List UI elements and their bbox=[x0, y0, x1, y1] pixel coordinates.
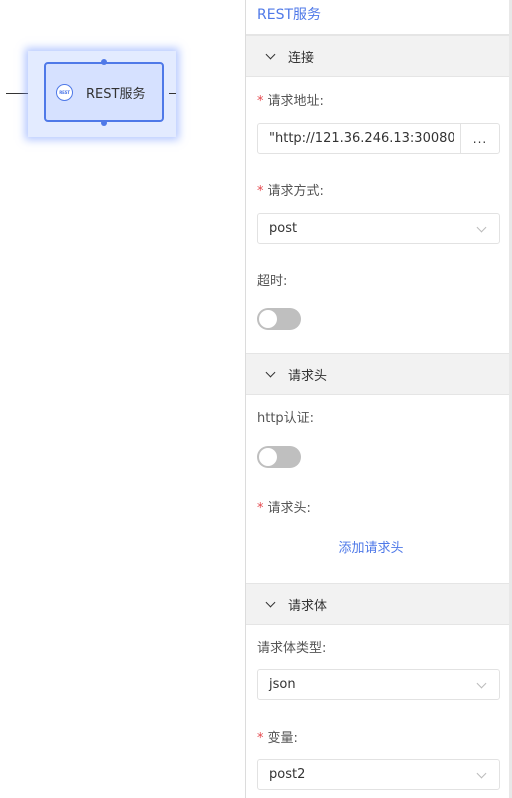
section-title-body: 请求体 bbox=[288, 598, 328, 614]
rest-service-icon: REST bbox=[56, 83, 73, 101]
chevron-down-icon bbox=[476, 222, 487, 233]
node-label: REST服务 bbox=[86, 86, 146, 102]
timeout-toggle[interactable] bbox=[257, 308, 301, 330]
url-more-button[interactable]: ... bbox=[460, 124, 499, 153]
method-label: * 请求方式: bbox=[257, 184, 324, 199]
timeout-label: 超时: bbox=[257, 274, 288, 289]
outgoing-edge bbox=[169, 93, 176, 94]
url-label: * 请求地址: bbox=[257, 94, 324, 109]
http-auth-label: http认证: bbox=[257, 411, 315, 426]
variable-select[interactable]: post2 bbox=[257, 759, 500, 790]
method-select[interactable]: post bbox=[257, 213, 500, 244]
required-marker: * bbox=[257, 731, 264, 746]
headers-label: * 请求头: bbox=[257, 501, 311, 516]
chevron-down-icon bbox=[476, 768, 487, 779]
chevron-down-icon bbox=[476, 678, 487, 689]
url-field[interactable]: "http://121.36.246.13:30080/5 ... bbox=[257, 123, 500, 154]
node-port-bottom[interactable] bbox=[101, 120, 107, 126]
variable-value: post2 bbox=[269, 767, 306, 782]
method-value: post bbox=[269, 221, 298, 236]
section-header-body[interactable]: 请求体 bbox=[246, 583, 512, 625]
section-header-headers[interactable]: 请求头 bbox=[246, 353, 512, 395]
properties-panel: REST服务 连接 * 请求地址: "http://121.36.246.13:3… bbox=[245, 0, 512, 798]
chevron-down-icon bbox=[263, 597, 281, 607]
section-header-connection[interactable]: 连接 bbox=[246, 35, 512, 77]
body-type-select[interactable]: json bbox=[257, 669, 500, 700]
rest-service-node[interactable]: REST REST服务 bbox=[44, 62, 164, 122]
section-body-body: 请求体类型: json * 变量: post2 bbox=[246, 625, 512, 798]
chevron-down-icon bbox=[263, 49, 281, 59]
required-marker: * bbox=[257, 94, 264, 109]
node-selection-highlight: REST REST服务 bbox=[28, 51, 176, 137]
panel-title: REST服务 bbox=[246, 0, 512, 35]
body-type-value: json bbox=[269, 677, 296, 692]
body-type-label: 请求体类型: bbox=[257, 641, 327, 656]
http-auth-toggle[interactable] bbox=[257, 446, 301, 468]
add-header-link[interactable]: 添加请求头 bbox=[246, 537, 496, 556]
section-body-connection: * 请求地址: "http://121.36.246.13:30080/5 ...… bbox=[246, 77, 512, 353]
flow-canvas[interactable]: REST REST服务 bbox=[0, 0, 245, 798]
node-port-top[interactable] bbox=[101, 59, 107, 65]
url-value: "http://121.36.246.13:30080/5 bbox=[269, 131, 454, 146]
chevron-down-icon bbox=[263, 367, 281, 377]
section-title-headers: 请求头 bbox=[288, 368, 328, 384]
section-title-connection: 连接 bbox=[288, 50, 315, 66]
variable-label: * 变量: bbox=[257, 731, 298, 746]
required-marker: * bbox=[257, 184, 264, 199]
required-marker: * bbox=[257, 501, 264, 516]
toggle-knob bbox=[259, 310, 277, 328]
section-body-headers: http认证: * 请求头: 添加请求头 bbox=[246, 395, 512, 583]
toggle-knob bbox=[259, 448, 277, 466]
